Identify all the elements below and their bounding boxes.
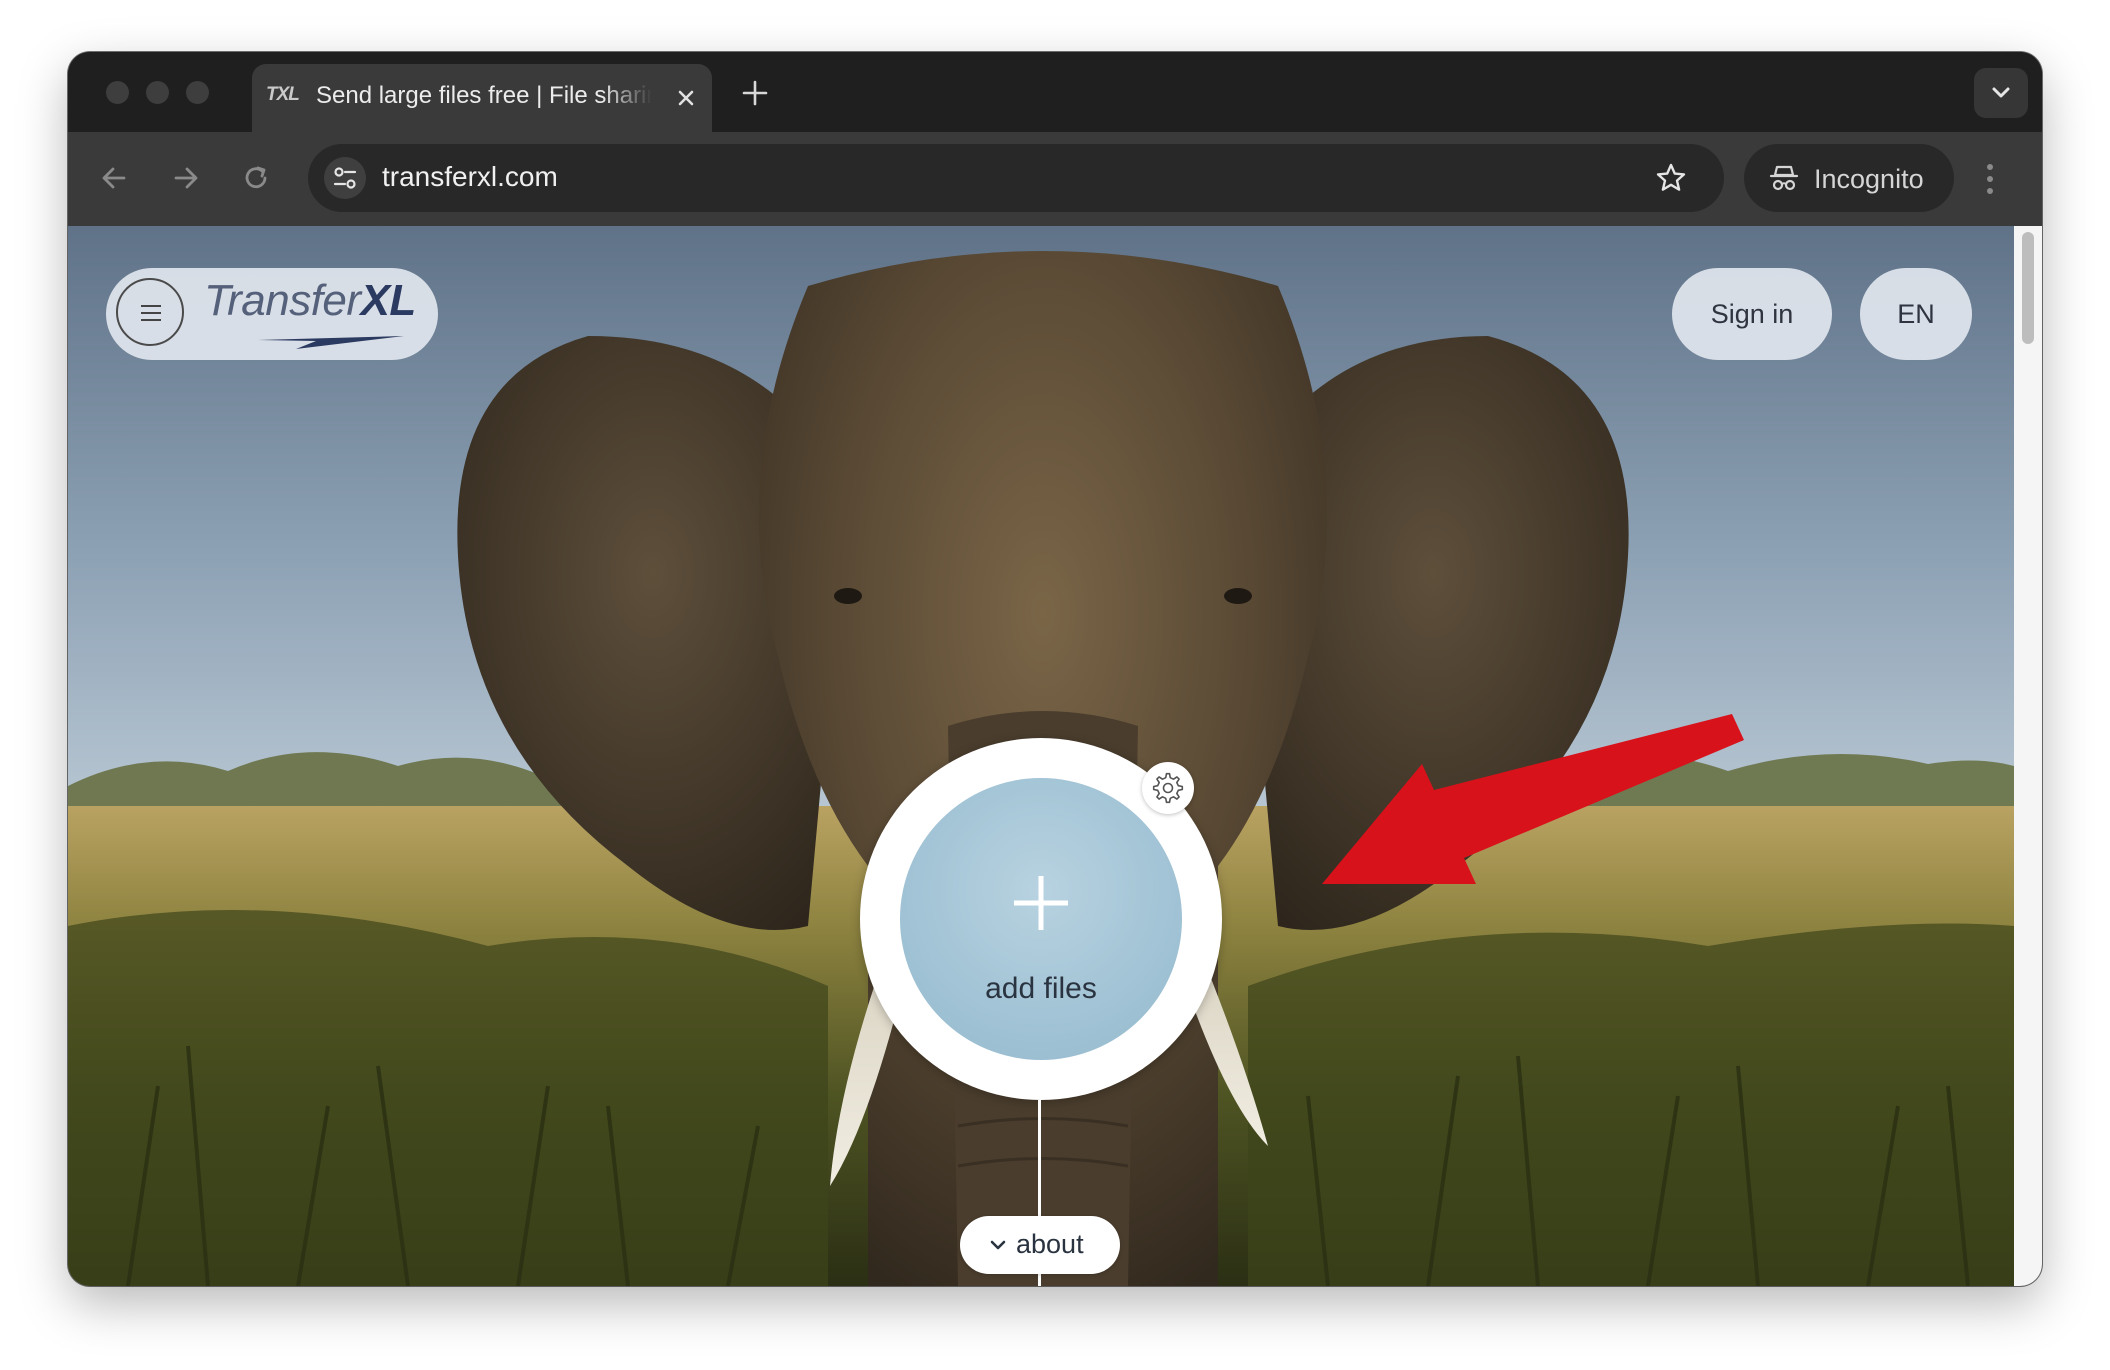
add-files-button[interactable]: add files — [900, 778, 1182, 1060]
tab-active[interactable]: TXL Send large files free | File sharing — [252, 64, 712, 132]
language-button[interactable]: EN — [1860, 268, 1972, 360]
tab-favicon-icon: TXL — [266, 84, 300, 105]
incognito-icon — [1769, 165, 1799, 191]
scrollbar-thumb[interactable] — [2022, 232, 2034, 344]
window-zoom-button[interactable] — [186, 81, 209, 104]
transfer-settings-button[interactable] — [1142, 762, 1194, 814]
incognito-profile-button[interactable]: Incognito — [1744, 144, 1954, 212]
logo-pill: TransferXL — [106, 268, 438, 360]
reload-icon[interactable] — [238, 160, 274, 196]
incognito-label: Incognito — [1814, 164, 1924, 194]
about-label: about — [1016, 1229, 1084, 1259]
chevron-down-icon — [1992, 87, 2010, 98]
gear-icon — [1152, 772, 1184, 804]
url-text[interactable]: transferxl.com — [382, 161, 558, 193]
browser-window: TXL Send large files free | File sharing — [68, 52, 2042, 1286]
tab-strip: TXL Send large files free | File sharing — [68, 52, 2042, 132]
red-annotation-arrow — [1322, 714, 1744, 884]
address-bar[interactable]: transferxl.com — [308, 144, 1724, 212]
page-scrollbar[interactable] — [2014, 226, 2042, 1286]
tab-search-button[interactable] — [1974, 68, 2028, 118]
window-minimize-button[interactable] — [146, 81, 169, 104]
forward-arrow-icon[interactable] — [168, 160, 204, 196]
tab-title: Send large files free | File sharing — [316, 82, 652, 109]
add-files-label: add files — [985, 972, 1097, 1005]
logo-swoosh-icon — [258, 336, 404, 349]
hamburger-icon — [141, 305, 161, 307]
kebab-menu-icon[interactable] — [1986, 162, 1994, 196]
tune-icon — [333, 167, 357, 189]
about-button[interactable]: about — [960, 1216, 1120, 1274]
chevron-down-icon — [990, 1240, 1006, 1250]
transferxl-logo[interactable]: TransferXL — [204, 276, 416, 326]
window-close-button[interactable] — [106, 81, 129, 104]
browser-toolbar: transferxl.com Incognito — [68, 132, 2042, 226]
tab-close-icon[interactable] — [672, 84, 700, 112]
sign-in-button[interactable]: Sign in — [1672, 268, 1832, 360]
plus-icon — [1014, 876, 1068, 930]
bookmark-star-icon[interactable] — [1654, 161, 1688, 195]
site-info-button[interactable] — [324, 157, 366, 199]
back-arrow-icon[interactable] — [96, 160, 132, 196]
new-tab-icon[interactable] — [740, 78, 770, 108]
menu-button[interactable] — [116, 278, 184, 346]
page-viewport: TransferXL Sign in EN add files about — [68, 226, 2014, 1286]
